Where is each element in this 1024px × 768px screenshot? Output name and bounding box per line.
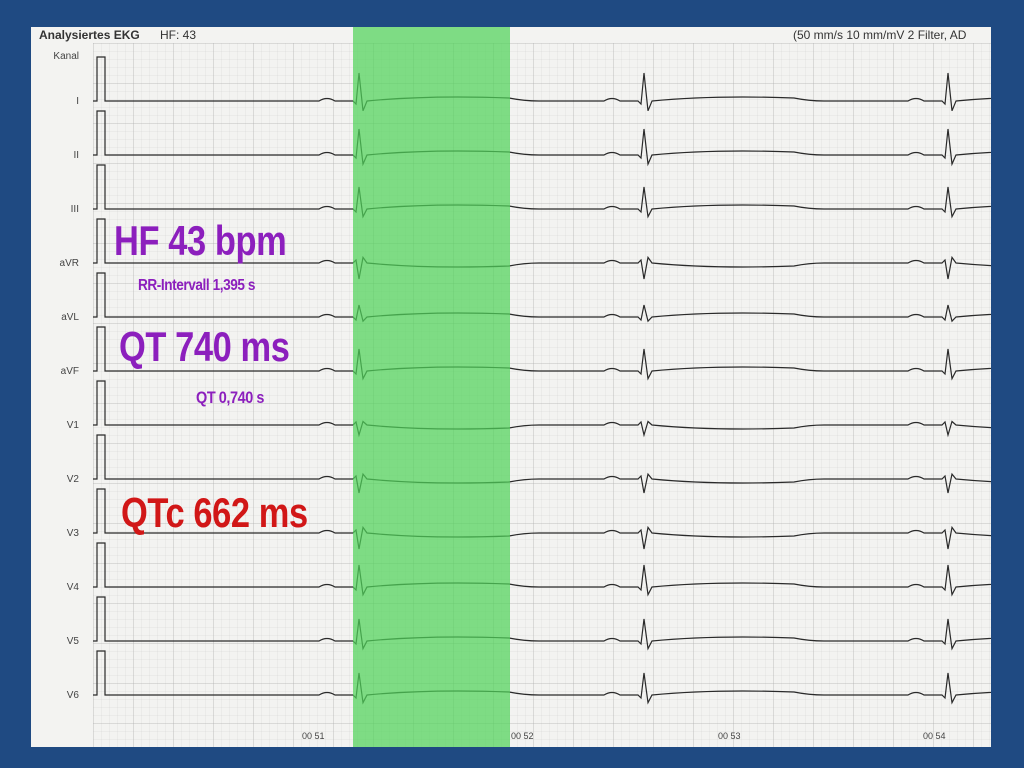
ecg-traces (93, 56, 991, 705)
lead-trace (93, 650, 991, 705)
time-marker-52: 00 52 (511, 731, 534, 741)
lead-trace (93, 56, 991, 112)
qtc-annotation: QTc 662 ms (121, 489, 308, 536)
qt-seconds-annotation: QT 0,740 s (196, 388, 265, 407)
lead-trace (93, 542, 991, 597)
qt-interval-highlight (353, 27, 510, 747)
lead-trace (93, 164, 991, 219)
ecg-slide: Analysiertes EKG HF: 43 (50 mm/s 10 mm/m… (31, 27, 991, 747)
lead-trace (93, 110, 991, 167)
lead-trace (93, 434, 991, 494)
rr-interval-annotation: RR-Intervall 1,395 s (138, 277, 255, 294)
time-marker-54: 00 54 (923, 731, 946, 741)
time-marker-51: 00 51 (302, 731, 325, 741)
qt-annotation: QT 740 ms (119, 323, 290, 370)
time-marker-53: 00 53 (718, 731, 741, 741)
lead-trace (93, 596, 991, 651)
hf-annotation: HF 43 bpm (114, 217, 287, 264)
